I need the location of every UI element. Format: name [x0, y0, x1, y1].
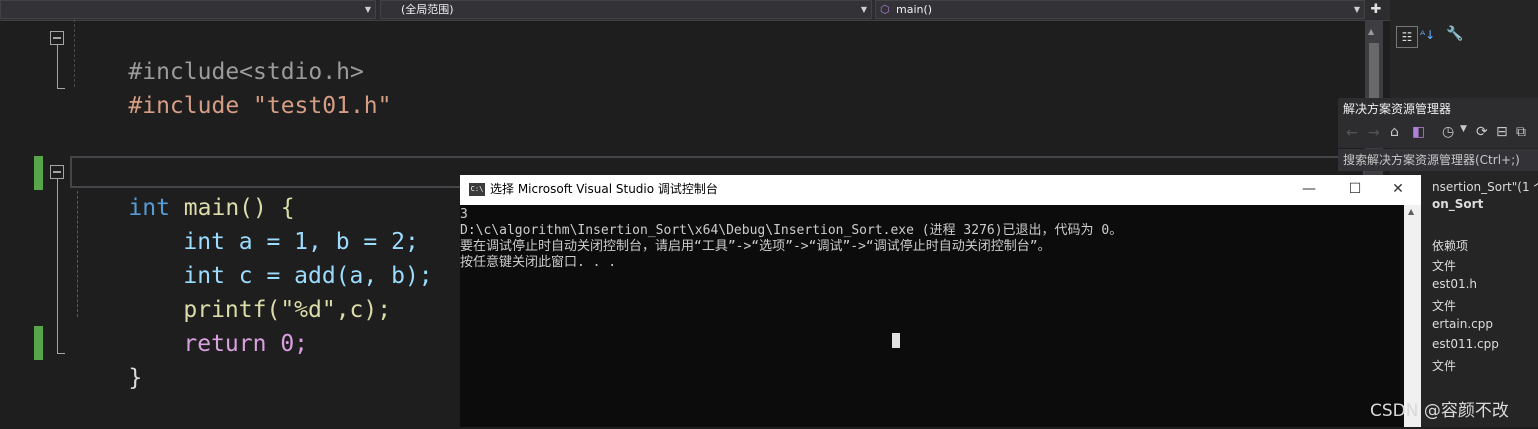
console-app-icon: C:\: [469, 183, 485, 196]
tree-item-label: est011.cpp: [1432, 337, 1499, 351]
wrench-icon[interactable]: 🔧: [1446, 26, 1463, 42]
member-dropdown[interactable]: ⬡ main() ▼: [875, 0, 1365, 19]
code-line-include-test01: #include "test01.h": [73, 55, 392, 157]
chevron-down-icon: ▼: [364, 5, 371, 14]
close-button[interactable]: ✕: [1375, 175, 1421, 205]
tree-item-source-files[interactable]: 文件: [1432, 297, 1456, 314]
chevron-down-icon: ▼: [860, 5, 867, 14]
console-line: 按任意键关闭此窗口. . .: [460, 255, 617, 270]
maximize-button[interactable]: ☐: [1332, 175, 1378, 205]
tree-item-test01-h[interactable]: est01.h: [1432, 277, 1477, 291]
forward-icon[interactable]: →: [1368, 125, 1380, 141]
include-test01-text: #include "test01.h": [128, 93, 392, 119]
scroll-up-icon[interactable]: ▲: [1368, 27, 1374, 36]
solution-explorer-toolbar: ← → ⌂ ◧ ◷ ▼ ⟳ ⊟ ⧉: [1338, 120, 1538, 148]
fold-guide-end: [57, 88, 65, 89]
tree-item-insertion-cpp[interactable]: ertain.cpp: [1432, 317, 1493, 331]
project-dropdown[interactable]: ▼: [0, 0, 376, 19]
fold-guide: [57, 179, 59, 354]
change-indicator: [34, 326, 43, 360]
solution-explorer-search-input[interactable]: 搜索解决方案资源管理器(Ctrl+;): [1338, 149, 1538, 171]
collapse-icon[interactable]: [50, 165, 64, 179]
tree-item-label: 文件: [1432, 259, 1457, 273]
scope-dropdown[interactable]: (全局范围) ▼: [380, 0, 872, 19]
tree-item-solution[interactable]: nsertion_Sort"(1 个: [1432, 178, 1538, 195]
close-brace-text: }: [128, 365, 143, 391]
copy-icon[interactable]: ⧉: [1516, 124, 1526, 140]
history-icon[interactable]: ◷: [1442, 124, 1454, 140]
tree-item-label: 依赖项: [1432, 239, 1469, 253]
chevron-down-icon[interactable]: ▼: [1460, 124, 1467, 134]
vs-switch-view-icon[interactable]: ◧: [1412, 124, 1425, 140]
method-cube-icon: ⬡: [880, 3, 890, 16]
console-cursor: [892, 333, 900, 348]
tree-item-label: 文件: [1432, 299, 1457, 313]
chevron-down-icon: ▼: [1353, 5, 1360, 14]
solution-explorer-title-text: 解决方案资源管理器: [1343, 102, 1452, 116]
back-icon[interactable]: ←: [1346, 125, 1358, 141]
console-titlebar[interactable]: C:\ 选择 Microsoft Visual Studio 调试控制台 — ☐…: [460, 175, 1421, 205]
console-title: 选择 Microsoft Visual Studio 调试控制台: [490, 182, 718, 196]
tree-item-label: est01.h: [1432, 277, 1478, 291]
console-line: D:\c\algorithm\Insertion_Sort\x64\Debug\…: [460, 223, 1123, 238]
code-line-return: return 0;: [128, 293, 308, 395]
navigation-bar: ▼ (全局范围) ▼ ⬡ main() ▼ ✚: [0, 0, 1390, 21]
watermark: CSDN @容颜不改: [1370, 401, 1509, 421]
change-indicator: [34, 156, 43, 190]
console-line: 3: [460, 207, 468, 222]
sort-alphabetical-icon[interactable]: ᴬ↓: [1420, 28, 1435, 42]
scroll-up-icon[interactable]: ▲: [1408, 207, 1414, 216]
console-output[interactable]: 3 D:\c\algorithm\Insertion_Sort\x64\Debu…: [460, 205, 1421, 427]
home-icon[interactable]: ⌂: [1390, 124, 1399, 140]
member-dropdown-label: main(): [896, 3, 933, 16]
console-vertical-scrollbar[interactable]: ▲: [1404, 205, 1421, 427]
fold-guide: [57, 45, 59, 89]
tree-item-label: 文件: [1432, 359, 1457, 373]
tree-item-label: nsertion_Sort"(1 个: [1432, 180, 1538, 194]
tree-item-references[interactable]: 依赖项: [1432, 237, 1468, 254]
tree-item-test011-cpp[interactable]: est011.cpp: [1432, 337, 1499, 351]
console-line: 要在调试停止时自动关闭控制台，请启用“工具”->“选项”->“调试”->“调试停…: [460, 239, 1051, 254]
minimize-button[interactable]: —: [1286, 175, 1332, 205]
fold-guide-end: [57, 353, 65, 354]
tree-item-header-files[interactable]: 文件: [1432, 257, 1456, 274]
return-text: return 0;: [183, 331, 309, 357]
categorized-icon[interactable]: ☷: [1396, 26, 1418, 48]
split-add-icon[interactable]: ✚: [1366, 0, 1386, 19]
collapse-icon[interactable]: [50, 31, 64, 45]
code-line-close-brace: }: [73, 327, 142, 429]
scope-dropdown-label: (全局范围): [401, 3, 454, 16]
solution-explorer-title: 解决方案资源管理器: [1338, 98, 1538, 120]
tree-item-label: ertain.cpp: [1432, 317, 1493, 331]
tree-item-resource-files[interactable]: 文件: [1432, 357, 1456, 374]
tree-item-label: on_Sort: [1432, 197, 1484, 211]
sync-icon[interactable]: ⟳: [1476, 124, 1488, 140]
debug-console-window[interactable]: C:\ 选择 Microsoft Visual Studio 调试控制台 — ☐…: [460, 175, 1421, 427]
collapse-all-icon[interactable]: ⊟: [1496, 124, 1508, 140]
search-placeholder: 搜索解决方案资源管理器(Ctrl+;): [1343, 153, 1520, 167]
tree-item-project[interactable]: on_Sort: [1432, 197, 1483, 211]
